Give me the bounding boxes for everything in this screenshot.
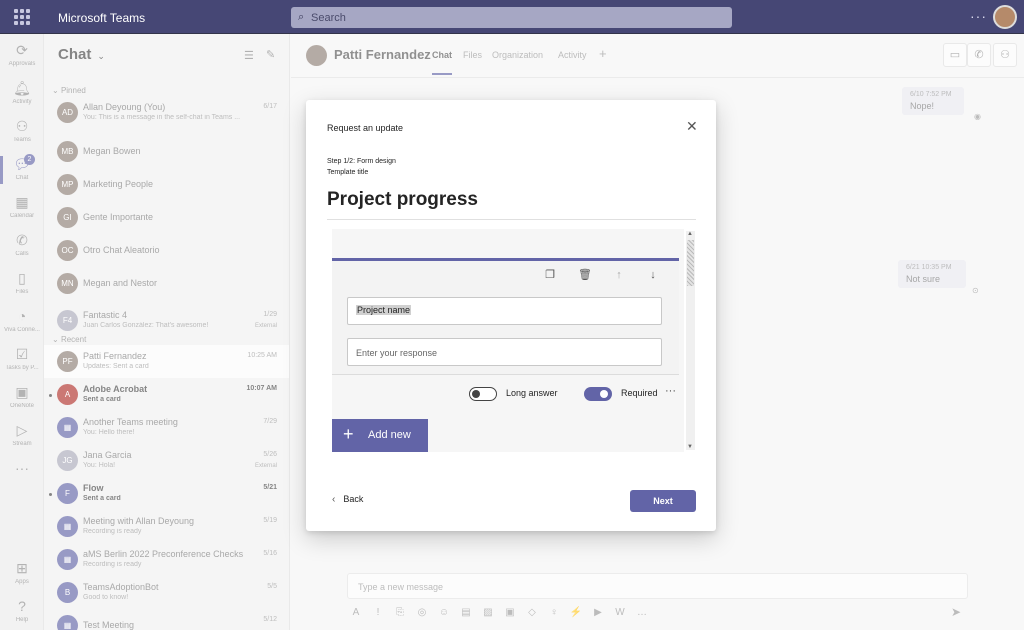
required-label: Required — [621, 388, 658, 398]
question-title-field[interactable]: Project name — [347, 297, 662, 325]
divider — [327, 219, 696, 220]
question-title-text[interactable]: Project name — [356, 305, 412, 315]
response-field[interactable] — [347, 338, 662, 366]
app-launcher-icon[interactable] — [14, 9, 30, 25]
app-title: Microsoft Teams — [58, 11, 146, 25]
move-down-icon[interactable]: ↓ — [646, 268, 660, 282]
search-input[interactable] — [311, 9, 711, 26]
request-update-dialog: Request an update ✕ Step 1/2: Form desig… — [306, 100, 716, 531]
plus-icon: + — [343, 424, 354, 444]
trash-icon[interactable]: 🗑︎ — [578, 268, 592, 282]
move-up-icon[interactable]: ↑ — [612, 268, 626, 282]
scroll-thumb[interactable] — [687, 240, 694, 286]
add-new-button[interactable]: + Add new — [332, 419, 428, 452]
template-title-label: Template title — [327, 169, 369, 176]
user-avatar[interactable] — [993, 5, 1017, 29]
form-scrollbar[interactable]: ▲ ▼ — [686, 231, 695, 450]
step-indicator: Step 1/2: Form design — [327, 158, 396, 165]
settings-more-icon[interactable]: ··· — [970, 8, 987, 24]
long-answer-toggle[interactable] — [469, 387, 497, 401]
copy-icon[interactable]: ❐ — [543, 268, 557, 282]
more-options-icon[interactable]: ··· — [665, 385, 676, 397]
template-title[interactable]: Project progress — [327, 189, 478, 211]
search-box[interactable]: ⌕ — [291, 7, 732, 28]
chevron-left-icon: ‹ — [332, 494, 336, 505]
scroll-down-icon[interactable]: ▼ — [687, 444, 693, 450]
required-toggle[interactable] — [584, 387, 612, 401]
close-icon[interactable]: ✕ — [686, 118, 698, 135]
dialog-title: Request an update — [327, 123, 404, 133]
next-button[interactable]: Next — [630, 490, 696, 512]
divider — [332, 374, 679, 375]
scroll-up-icon[interactable]: ▲ — [687, 231, 693, 237]
long-answer-label: Long answer — [506, 388, 558, 398]
back-button[interactable]: ‹ Back — [332, 494, 363, 505]
search-icon: ⌕ — [298, 11, 305, 23]
response-input[interactable] — [356, 345, 651, 360]
form-designer: ❐ 🗑︎ ↑ ↓ Project name Long answer Requir… — [332, 229, 684, 452]
title-bar: Microsoft Teams ⌕ ··· — [0, 0, 1024, 34]
